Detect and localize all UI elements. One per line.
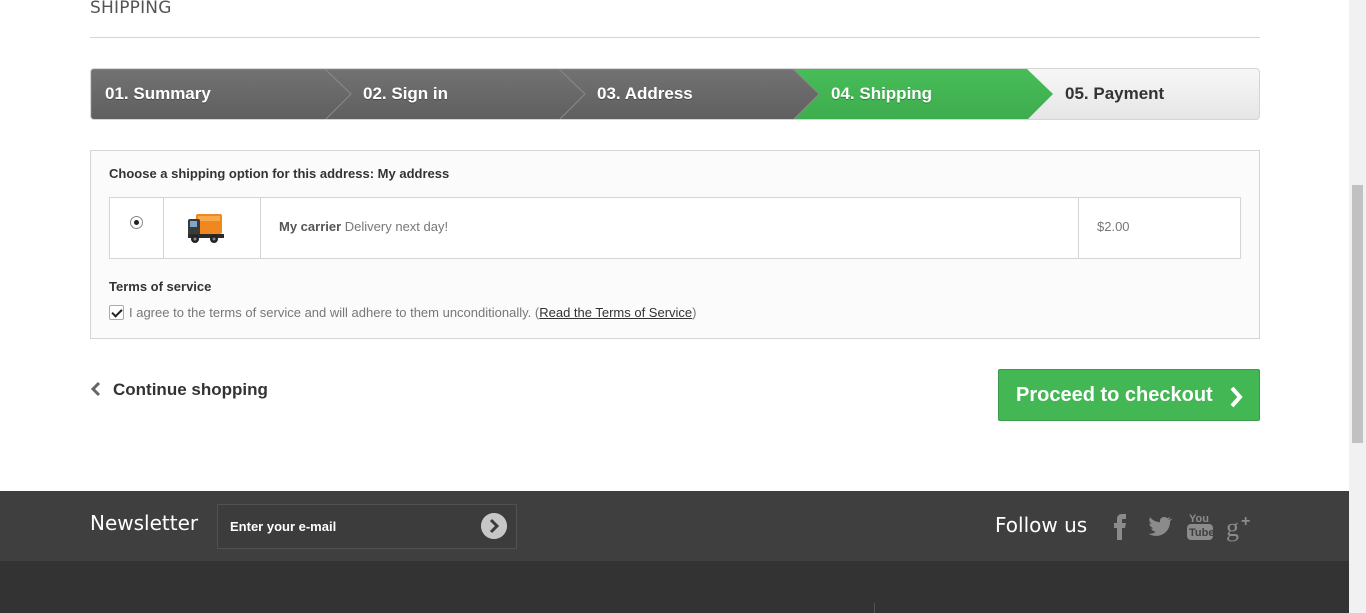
carrier-description: My carrier Delivery next day! bbox=[279, 219, 448, 234]
step-sign-in[interactable]: 02. Sign in bbox=[325, 69, 559, 119]
tos-link[interactable]: Read the Terms of Service bbox=[539, 305, 692, 320]
follow-us-title: Follow us bbox=[995, 513, 1088, 537]
newsletter-email-input[interactable] bbox=[217, 504, 517, 549]
step-label: 03. Address bbox=[597, 84, 693, 103]
carrier-option-row[interactable]: My carrier Delivery next day! $2.00 bbox=[109, 197, 1241, 259]
checkout-label: Proceed to checkout bbox=[1016, 384, 1213, 406]
carrier-price: $2.00 bbox=[1097, 219, 1130, 234]
continue-shopping-label: Continue shopping bbox=[113, 380, 268, 399]
footer-column-divider bbox=[874, 603, 875, 613]
chevron-left-icon bbox=[90, 381, 101, 397]
step-label: 02. Sign in bbox=[363, 84, 449, 103]
step-address[interactable]: 03. Address bbox=[559, 69, 793, 119]
svg-text:g: g bbox=[1226, 513, 1239, 542]
proceed-to-checkout-button[interactable]: Proceed to checkout bbox=[998, 369, 1260, 421]
youtube-icon[interactable]: You Tube bbox=[1186, 510, 1214, 542]
shipping-options-box: Choose a shipping option for this addres… bbox=[90, 150, 1260, 339]
newsletter-title: Newsletter bbox=[90, 511, 199, 535]
page-title: SHIPPING bbox=[90, 0, 172, 18]
tos-paren-close: ) bbox=[692, 305, 697, 320]
step-label: 01. Summary bbox=[105, 84, 211, 103]
step-payment: 05. Payment bbox=[1027, 69, 1259, 119]
carrier-radio-cell[interactable] bbox=[110, 198, 164, 258]
scrollbar-thumb[interactable] bbox=[1352, 185, 1363, 443]
tos-checkbox[interactable] bbox=[109, 305, 124, 320]
step-shipping: 04. Shipping bbox=[793, 69, 1027, 119]
footer-newsletter-bar: Newsletter Follow us You Tube g + bbox=[0, 491, 1349, 561]
chevron-right-icon bbox=[1230, 386, 1243, 408]
svg-text:Tube: Tube bbox=[1189, 527, 1214, 539]
facebook-icon[interactable] bbox=[1110, 510, 1130, 542]
step-summary[interactable]: 01. Summary bbox=[91, 69, 325, 119]
tos-text: I agree to the terms of service and will… bbox=[129, 305, 532, 320]
tos-title: Terms of service bbox=[109, 279, 212, 294]
svg-text:You: You bbox=[1189, 513, 1209, 525]
carrier-price-cell: $2.00 bbox=[1079, 198, 1241, 258]
carrier-name: My carrier bbox=[279, 219, 342, 234]
truck-icon bbox=[188, 214, 224, 243]
shipping-option-title: Choose a shipping option for this addres… bbox=[109, 166, 450, 181]
twitter-icon[interactable] bbox=[1145, 510, 1173, 542]
step-label: 05. Payment bbox=[1065, 84, 1165, 103]
step-label: 04. Shipping bbox=[831, 84, 933, 103]
footer-links-area bbox=[0, 561, 1349, 613]
svg-text:+: + bbox=[1241, 513, 1250, 530]
carrier-info-cell: My carrier Delivery next day! bbox=[261, 198, 1079, 258]
newsletter-submit-icon[interactable] bbox=[481, 513, 507, 539]
checkout-steps: 01. Summary 02. Sign in 03. Address 04. … bbox=[90, 68, 1260, 120]
carrier-logo-cell bbox=[164, 198, 261, 258]
carrier-radio[interactable] bbox=[130, 216, 143, 229]
carrier-delay: Delivery next day! bbox=[344, 219, 449, 234]
tos-text-wrap: I agree to the terms of service and will… bbox=[129, 305, 697, 320]
google-plus-icon[interactable]: g + bbox=[1226, 510, 1256, 542]
page-heading: SHIPPING bbox=[90, 0, 1260, 38]
